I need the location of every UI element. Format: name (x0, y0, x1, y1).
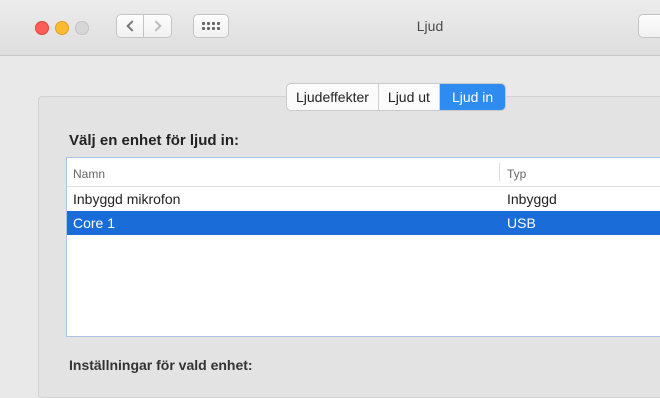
table-row-selected[interactable]: Core 1 USB (67, 211, 660, 235)
tab-input[interactable]: Ljud in (439, 84, 506, 110)
chevron-right-icon (150, 20, 162, 32)
tab-bar: Ljudeffekter Ljud ut Ljud in (286, 83, 507, 111)
tab-sound-effects[interactable]: Ljudeffekter (287, 84, 379, 110)
column-divider (499, 163, 500, 181)
table-row[interactable]: Inbyggd mikrofon Inbyggd (67, 187, 660, 211)
device-select-label: Välj en enhet för ljud in: (69, 132, 240, 149)
minimize-window-button[interactable] (55, 21, 69, 35)
close-window-button[interactable] (35, 21, 49, 35)
title-bar: Ljud (0, 0, 660, 56)
device-name: Inbyggd mikrofon (73, 191, 181, 207)
device-type: Inbyggd (507, 191, 557, 207)
device-type: USB (507, 215, 536, 231)
back-button[interactable] (116, 14, 144, 38)
grid-icon (202, 22, 220, 30)
column-header-name[interactable]: Namn (73, 167, 105, 181)
window-title: Ljud (416, 18, 444, 34)
column-header-type[interactable]: Typ (507, 167, 526, 181)
zoom-window-button[interactable] (75, 21, 89, 35)
show-all-button[interactable] (193, 14, 229, 38)
table-header: Namn Typ (67, 158, 660, 187)
tab-output[interactable]: Ljud ut (379, 84, 440, 110)
device-table[interactable]: Namn Typ Inbyggd mikrofon Inbyggd Core 1… (66, 157, 660, 337)
device-name: Core 1 (73, 215, 116, 231)
device-settings-label: Inställningar för vald enhet: (69, 357, 253, 373)
chevron-left-icon (125, 20, 138, 32)
search-field[interactable] (638, 14, 660, 38)
forward-button[interactable] (144, 14, 172, 38)
